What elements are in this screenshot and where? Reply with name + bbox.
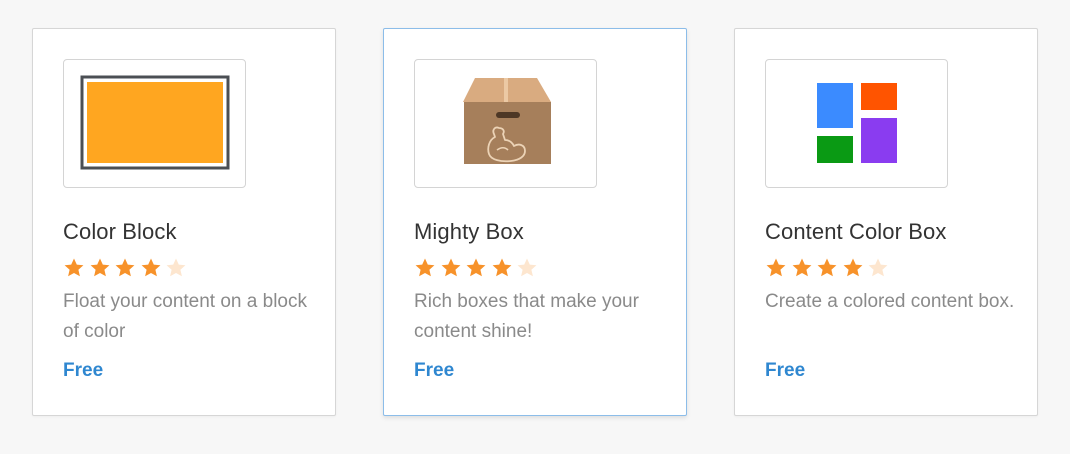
star-empty-icon (166, 258, 186, 277)
app-description: Float your content on a block of color (63, 291, 307, 342)
star-filled-icon (766, 258, 786, 277)
app-card-color-block[interactable]: Color Block Float your content on a bloc… (32, 28, 336, 416)
app-card-content-color-box[interactable]: Content Color Box Create a colored conte… (734, 28, 1038, 416)
app-description: Create a colored content box. (765, 291, 1015, 312)
app-thumbnail[interactable] (414, 59, 597, 188)
star-filled-icon (466, 258, 486, 277)
star-filled-icon (415, 258, 435, 277)
star-filled-icon (90, 258, 109, 277)
star-rating (414, 257, 542, 279)
color-block-icon (80, 75, 230, 170)
star-filled-icon (141, 258, 160, 277)
price-label: Free (414, 360, 455, 381)
star-filled-icon (792, 258, 811, 277)
star-empty-icon (517, 258, 537, 277)
price-label: Free (63, 360, 104, 381)
content-color-box-icon (817, 83, 897, 163)
star-rating (63, 257, 191, 279)
star-filled-icon (441, 258, 460, 277)
app-card-mighty-box[interactable]: Mighty Box Rich boxes that make your con… (383, 28, 687, 416)
app-title[interactable]: Mighty Box (414, 219, 524, 245)
app-thumbnail[interactable] (765, 59, 948, 188)
star-filled-icon (492, 258, 511, 277)
star-filled-icon (843, 258, 862, 277)
app-description: Rich boxes that make your content shine! (414, 291, 639, 342)
app-title[interactable]: Color Block (63, 219, 177, 245)
app-title[interactable]: Content Color Box (765, 219, 946, 245)
star-rating (765, 257, 893, 279)
star-filled-icon (817, 258, 837, 277)
star-filled-icon (64, 258, 84, 277)
star-filled-icon (115, 258, 135, 277)
app-thumbnail[interactable] (63, 59, 246, 188)
mighty-box-icon (463, 78, 551, 164)
star-empty-icon (868, 258, 888, 277)
price-label: Free (765, 360, 806, 381)
